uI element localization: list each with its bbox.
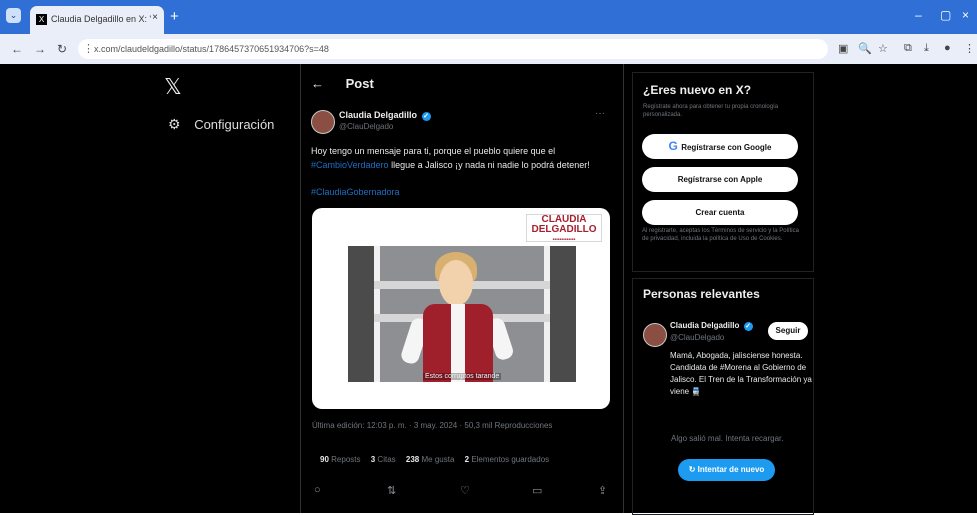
signup-title: ¿Eres nuevo en X? bbox=[643, 83, 752, 97]
google-signup-button[interactable]: G Regístrarse con Google bbox=[642, 134, 798, 159]
post-column: ← Post Claudia Delgadillo ✓ @ClauDelgado… bbox=[300, 64, 624, 513]
post-actions: ○ ⇅ ♡ ▭ ⇪ bbox=[314, 484, 608, 499]
gear-icon: ⚙ bbox=[168, 116, 181, 132]
site-info-icon[interactable]: ⋮ bbox=[83, 39, 94, 59]
share-icon[interactable]: ⇪ bbox=[598, 484, 607, 497]
signup-subtitle: Regístrate ahora para obtener tu propia … bbox=[643, 104, 779, 118]
relevant-avatar[interactable] bbox=[643, 323, 667, 347]
address-bar[interactable]: ⋮ x.com/claudeldgadillo/status/178645737… bbox=[78, 39, 828, 59]
bookmark-icon[interactable]: ▭ bbox=[532, 484, 542, 497]
back-button[interactable]: ← bbox=[11, 42, 23, 56]
create-account-button[interactable]: Crear cuenta bbox=[642, 200, 798, 225]
right-sidebar: ¿Eres nuevo en X? Regístrate ahora para … bbox=[632, 64, 977, 515]
campaign-banner: CLAUDIA DELGADILLO ••••••••••••• bbox=[526, 214, 602, 243]
campaign-banner-text: CLAUDIA DELGADILLO bbox=[531, 214, 597, 235]
post-text-after: llegue a Jalisco ¡y nada ni nadie lo pod… bbox=[391, 160, 590, 170]
x-page: 𝕏 ⚙ Configuración ← Post Claudia Delgadi… bbox=[0, 64, 977, 515]
browser-tab[interactable]: X Claudia Delgadillo en X: "H × bbox=[30, 6, 164, 34]
download-icon[interactable]: ⤓ bbox=[924, 42, 929, 55]
tab-title: Claudia Delgadillo en X: "H bbox=[51, 14, 151, 24]
minimize-window-button[interactable]: – bbox=[915, 8, 922, 22]
follow-button[interactable]: Seguir bbox=[768, 322, 808, 340]
post-text-before: Hoy tengo un mensaje para ti, porque el … bbox=[311, 146, 556, 156]
back-arrow-icon[interactable]: ← bbox=[311, 76, 324, 91]
tab-search-button[interactable]: ⌄ bbox=[6, 8, 21, 23]
signup-legal: Al registrarte, aceptas los Términos de … bbox=[642, 228, 799, 242]
bookmark-star-icon[interactable]: ☆ bbox=[878, 42, 888, 55]
settings-item[interactable]: ⚙ Configuración bbox=[168, 116, 274, 133]
x-logo-icon[interactable]: 𝕏 bbox=[164, 74, 182, 100]
settings-label: Configuración bbox=[194, 117, 275, 132]
post-header-title: Post bbox=[345, 76, 374, 91]
profile-avatar[interactable]: ● bbox=[944, 42, 951, 54]
post-stats: 90 Reposts 3 Citas 238 Me gusta 2 Elemen… bbox=[312, 455, 549, 464]
refresh-icon: ↻ bbox=[688, 465, 698, 474]
reload-button[interactable]: ↻ bbox=[57, 42, 67, 56]
quotes-label: Citas bbox=[377, 455, 396, 464]
likes-label: Me gusta bbox=[421, 455, 455, 464]
person-face bbox=[439, 260, 473, 306]
verified-icon: ✓ bbox=[743, 322, 753, 331]
install-icon[interactable]: ▣ bbox=[838, 42, 848, 55]
extensions-icon[interactable]: ⧉ bbox=[904, 42, 912, 55]
maximize-window-button[interactable]: ▢ bbox=[940, 8, 951, 22]
repost-icon[interactable]: ⇅ bbox=[387, 484, 396, 497]
bookmarks-label: Elementos guardados bbox=[471, 455, 550, 464]
video-frame: Estos corruptos tarande bbox=[348, 246, 576, 382]
quotes-count[interactable]: 3 bbox=[371, 455, 375, 464]
browser-toolbar: ← → ↻ ⋮ x.com/claudeldgadillo/status/178… bbox=[0, 34, 977, 64]
relevant-handle[interactable]: @ClauDelgado bbox=[670, 333, 724, 342]
person-shirt bbox=[451, 304, 465, 382]
campaign-banner-subtitle: ••••••••••••• bbox=[552, 237, 576, 243]
close-tab-icon[interactable]: × bbox=[152, 12, 158, 23]
bookmarks-count[interactable]: 2 bbox=[465, 455, 469, 464]
hashtag-link-claudia[interactable]: #ClaudiaGobernadora bbox=[311, 187, 400, 197]
author-handle[interactable]: @ClauDelgado bbox=[339, 122, 393, 131]
like-icon[interactable]: ♡ bbox=[460, 484, 470, 497]
google-icon: G bbox=[668, 139, 682, 153]
relevant-people-card: Personas relevantes Claudia Delgadillo ✓… bbox=[632, 278, 814, 515]
post-text: Hoy tengo un mensaje para ti, porque el … bbox=[311, 144, 609, 172]
browser-tab-bar: ⌄ X Claudia Delgadillo en X: "H × + – ▢ … bbox=[0, 0, 977, 34]
google-signup-label: Regístrarse con Google bbox=[681, 143, 772, 152]
post-meta: Última edición: 12:03 p. m. · 3 may. 202… bbox=[312, 421, 553, 430]
more-options-icon[interactable]: ··· bbox=[595, 108, 605, 119]
relevant-name-text: Claudia Delgadillo bbox=[670, 321, 740, 330]
relevant-name[interactable]: Claudia Delgadillo ✓ bbox=[670, 321, 753, 331]
video-caption: Estos corruptos tarande bbox=[423, 373, 502, 380]
author-name[interactable]: Claudia Delgadillo ✓ bbox=[339, 110, 431, 121]
forward-button[interactable]: → bbox=[34, 42, 46, 56]
url-text: x.com/claudeldgadillo/status/17864573706… bbox=[94, 44, 329, 54]
close-window-button[interactable]: × bbox=[962, 8, 969, 22]
signup-card: ¿Eres nuevo en X? Regístrate ahora para … bbox=[632, 72, 814, 272]
new-tab-button[interactable]: + bbox=[170, 8, 179, 25]
author-avatar[interactable] bbox=[311, 110, 335, 134]
left-sidebar: 𝕏 ⚙ Configuración bbox=[0, 64, 300, 513]
apple-signup-button[interactable]: Regístrarse con Apple bbox=[642, 167, 798, 192]
reposts-count[interactable]: 90 bbox=[320, 455, 329, 464]
x-favicon-icon: X bbox=[36, 14, 47, 25]
reposts-label: Reposts bbox=[331, 455, 361, 464]
post-header: ← Post bbox=[311, 76, 374, 91]
verified-icon: ✓ bbox=[421, 112, 431, 121]
author-name-text: Claudia Delgadillo bbox=[339, 110, 418, 120]
hashtag-link-cambio[interactable]: #CambioVerdadero bbox=[311, 160, 389, 170]
likes-count[interactable]: 238 bbox=[406, 455, 419, 464]
retry-button[interactable]: ↻ Intentar de nuevo bbox=[678, 459, 775, 481]
browser-menu-icon[interactable]: ⋮ bbox=[964, 42, 975, 55]
relevant-people-title: Personas relevantes bbox=[643, 287, 760, 301]
apple-signup-label: Regístrarse con Apple bbox=[677, 175, 763, 184]
relevant-bio: Mamá, Abogada, jalisciense honesta. Cand… bbox=[670, 351, 812, 396]
reply-icon[interactable]: ○ bbox=[314, 484, 321, 496]
error-message: Algo salió mal. Intenta recargar. bbox=[671, 434, 784, 443]
zoom-icon[interactable]: 🔍 bbox=[858, 42, 872, 55]
post-video-thumbnail[interactable]: CLAUDIA DELGADILLO ••••••••••••• Estos c… bbox=[312, 208, 610, 409]
retry-label: Intentar de nuevo bbox=[697, 465, 765, 474]
